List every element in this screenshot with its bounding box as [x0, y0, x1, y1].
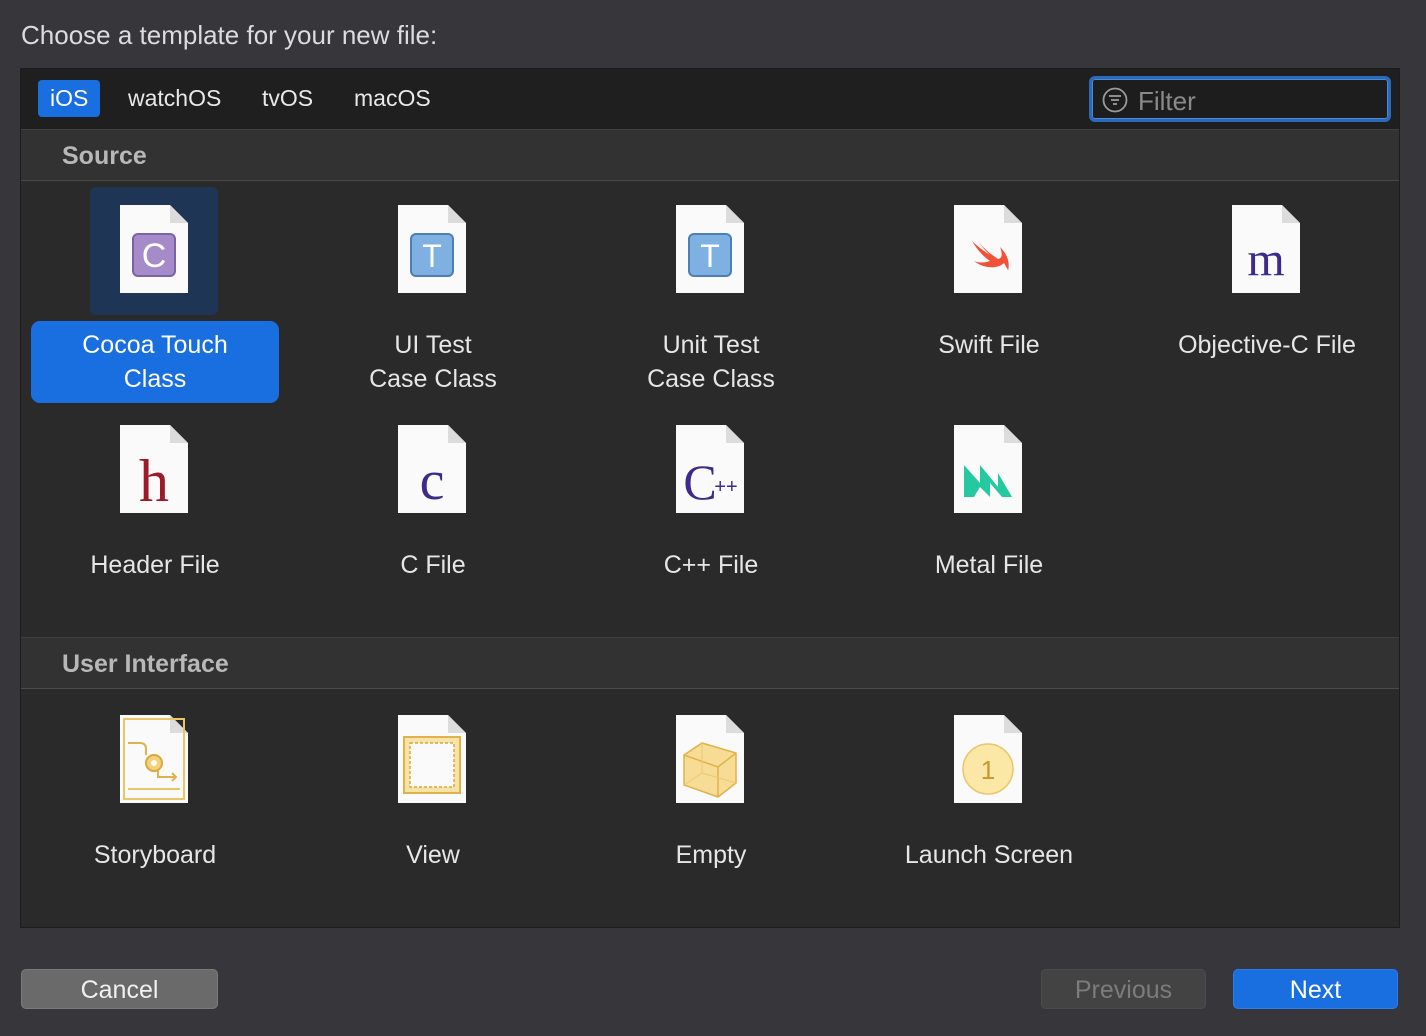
section-header-source: Source [21, 129, 1399, 181]
objective-c-file-icon: m [1232, 205, 1300, 293]
template-label: Launch Screen [904, 841, 1074, 869]
cocoa-touch-class-icon: C [120, 205, 188, 293]
swift-file-icon [954, 205, 1022, 293]
section-title: Source [62, 142, 147, 170]
template-label: Storyboard [93, 841, 217, 869]
svg-text:1: 1 [981, 755, 995, 785]
launch-screen-icon: 1 [954, 715, 1022, 803]
tab-ios[interactable]: iOS [38, 80, 101, 117]
template-label: Cocoa Touch Class [31, 321, 279, 403]
template-label: View [406, 841, 460, 869]
header-file-icon: h [120, 425, 188, 513]
previous-button[interactable]: Previous [1041, 969, 1206, 1009]
metal-file-icon [954, 425, 1022, 513]
unit-test-case-icon: T [676, 205, 744, 293]
empty-icon [676, 715, 744, 803]
view-icon [398, 715, 466, 803]
template-label: Unit Test Case Class [647, 331, 775, 393]
svg-text:++: ++ [714, 476, 737, 498]
section-header-user-interface: User Interface [21, 637, 1399, 689]
template-label: Header File [90, 551, 220, 579]
template-label: UI Test Case Class [369, 331, 497, 393]
template-label: Metal File [934, 551, 1044, 579]
storyboard-icon [120, 715, 188, 803]
platform-tabbar: iOS watchOS tvOS macOS [21, 69, 1399, 129]
filter-icon [1102, 87, 1128, 113]
section-title: User Interface [62, 650, 229, 678]
filter-input[interactable] [1136, 83, 1380, 119]
tab-tvos[interactable]: tvOS [250, 80, 325, 117]
svg-text:C: C [142, 237, 167, 275]
svg-text:h: h [139, 448, 169, 513]
dialog-prompt: Choose a template for your new file: [21, 20, 438, 50]
c-file-icon: c [398, 425, 466, 513]
ui-test-case-icon: T [398, 205, 466, 293]
template-label: C++ File [663, 551, 759, 579]
template-label: C File [400, 551, 466, 579]
filter-field[interactable] [1089, 76, 1391, 122]
svg-text:T: T [700, 238, 720, 274]
svg-text:C: C [683, 454, 716, 510]
svg-text:c: c [420, 450, 445, 512]
template-panel: iOS watchOS tvOS macOS Source C C [20, 68, 1400, 928]
svg-text:m: m [1247, 233, 1284, 286]
svg-text:T: T [422, 238, 442, 274]
tab-macos[interactable]: macOS [342, 80, 443, 117]
next-button[interactable]: Next [1233, 969, 1398, 1009]
cpp-file-icon: C ++ [676, 425, 744, 513]
tab-watchos[interactable]: watchOS [116, 80, 233, 117]
template-label: Swift File [938, 331, 1040, 359]
template-label: Empty [675, 841, 747, 869]
cancel-button[interactable]: Cancel [21, 969, 218, 1009]
template-label: Objective-C File [1178, 331, 1356, 359]
